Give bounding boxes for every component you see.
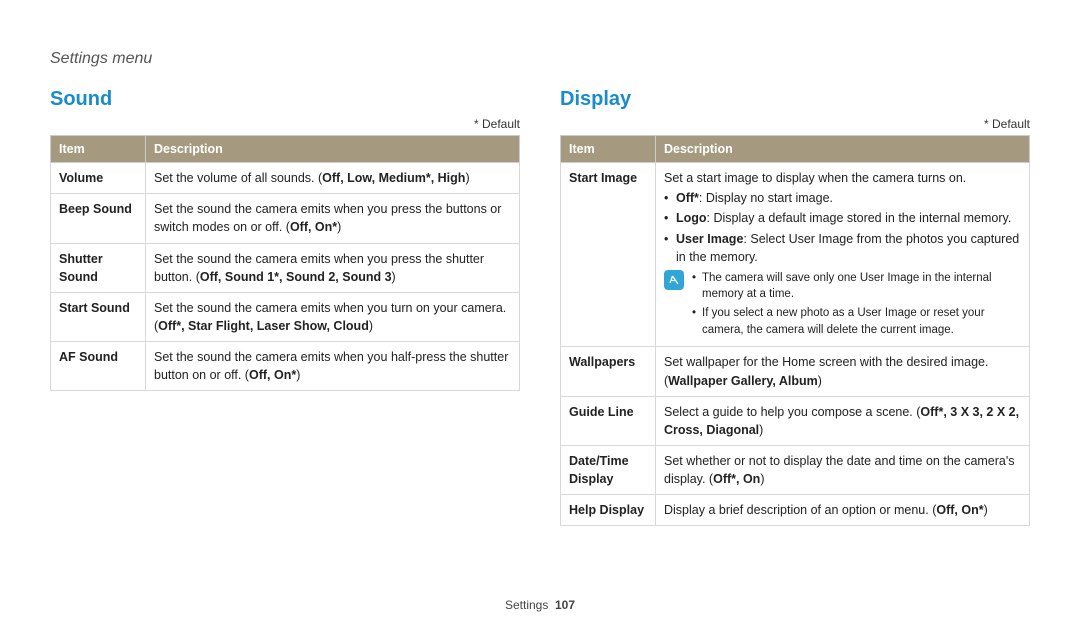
desc-options: Off*, Star Flight, Laser Show, Cloud — [158, 319, 369, 333]
item-afsound: AF Sound — [51, 342, 146, 391]
item-guideline: Guide Line — [561, 396, 656, 445]
option-label: Off* — [676, 191, 699, 205]
desc-text: ) — [465, 171, 469, 185]
desc-afsound: Set the sound the camera emits when you … — [146, 342, 520, 391]
table-row: Date/Time Display Set whether or not to … — [561, 445, 1030, 494]
footer-pagenum: 107 — [555, 598, 575, 612]
display-heading: Display — [560, 88, 1030, 111]
table-row: Wallpapers Set wallpaper for the Home sc… — [561, 347, 1030, 396]
option-label: Logo — [676, 211, 707, 225]
desc-options: Off, On* — [249, 368, 296, 382]
option-text: : Display a default image stored in the … — [707, 211, 1012, 225]
option-label: User Image — [676, 232, 743, 246]
breadcrumb: Settings menu — [50, 50, 1030, 68]
desc-options: Off, On* — [290, 220, 337, 234]
desc-beep: Set the sound the camera emits when you … — [146, 194, 520, 243]
default-note-left: * Default — [50, 117, 520, 131]
display-table: Item Description Start Image Set a start… — [560, 135, 1030, 526]
th-description: Description — [656, 136, 1030, 163]
desc-options: Off*, On — [713, 472, 760, 486]
table-row: Beep Sound Set the sound the camera emit… — [51, 194, 520, 243]
default-note-right: * Default — [560, 117, 1030, 131]
desc-text: ) — [296, 368, 300, 382]
desc-startimage: Set a start image to display when the ca… — [656, 163, 1030, 347]
footer-section: Settings — [505, 598, 548, 612]
desc-text: ) — [759, 423, 763, 437]
desc-text: Set the sound the camera emits when you … — [154, 350, 508, 382]
list-item: If you select a new photo as a User Imag… — [692, 305, 1021, 338]
note-icon — [664, 270, 684, 290]
note-block: The camera will save only one User Image… — [664, 270, 1021, 341]
page-footer: Settings 107 — [0, 598, 1080, 612]
item-startimage: Start Image — [561, 163, 656, 347]
desc-text: ) — [392, 270, 396, 284]
desc-shutter: Set the sound the camera emits when you … — [146, 243, 520, 292]
desc-startsound: Set the sound the camera emits when you … — [146, 292, 520, 341]
desc-text: Display a brief description of an option… — [664, 503, 936, 517]
startimage-options: Off*: Display no start image. Logo: Disp… — [664, 189, 1021, 266]
list-item: User Image: Select User Image from the p… — [664, 230, 1021, 266]
desc-text: Select a guide to help you compose a sce… — [664, 405, 920, 419]
desc-options: Off, Low, Medium*, High — [322, 171, 465, 185]
desc-text: Set the volume of all sounds. ( — [154, 171, 322, 185]
desc-text: ) — [984, 503, 988, 517]
display-section: Display * Default Item Description Start… — [560, 88, 1030, 526]
desc-volume: Set the volume of all sounds. (Off, Low,… — [146, 163, 520, 194]
table-row: Start Image Set a start image to display… — [561, 163, 1030, 347]
list-item: Off*: Display no start image. — [664, 189, 1021, 207]
table-row: Help Display Display a brief description… — [561, 495, 1030, 526]
table-row: Start Sound Set the sound the camera emi… — [51, 292, 520, 341]
two-column-layout: Sound * Default Item Description Volume … — [50, 88, 1030, 526]
sound-section: Sound * Default Item Description Volume … — [50, 88, 520, 526]
item-helpdisplay: Help Display — [561, 495, 656, 526]
note-list: The camera will save only one User Image… — [692, 270, 1021, 341]
item-shutter: Shutter Sound — [51, 243, 146, 292]
desc-options: Off, On* — [936, 503, 983, 517]
list-item: The camera will save only one User Image… — [692, 270, 1021, 303]
list-item: Logo: Display a default image stored in … — [664, 209, 1021, 227]
desc-text: ) — [818, 374, 822, 388]
desc-guideline: Select a guide to help you compose a sce… — [656, 396, 1030, 445]
sound-table: Item Description Volume Set the volume o… — [50, 135, 520, 391]
item-startsound: Start Sound — [51, 292, 146, 341]
desc-datetime: Set whether or not to display the date a… — [656, 445, 1030, 494]
item-beep: Beep Sound — [51, 194, 146, 243]
desc-options: Off, Sound 1*, Sound 2, Sound 3 — [200, 270, 392, 284]
desc-helpdisplay: Display a brief description of an option… — [656, 495, 1030, 526]
manual-page: Settings menu Sound * Default Item Descr… — [0, 0, 1080, 630]
desc-text: ) — [760, 472, 764, 486]
desc-text: ) — [369, 319, 373, 333]
table-row: Shutter Sound Set the sound the camera e… — [51, 243, 520, 292]
sound-heading: Sound — [50, 88, 520, 111]
th-item: Item — [561, 136, 656, 163]
option-text: : Display no start image. — [699, 191, 833, 205]
item-wallpapers: Wallpapers — [561, 347, 656, 396]
item-datetime: Date/Time Display — [561, 445, 656, 494]
table-row: Volume Set the volume of all sounds. (Of… — [51, 163, 520, 194]
table-row: AF Sound Set the sound the camera emits … — [51, 342, 520, 391]
desc-options: Wallpaper Gallery, Album — [668, 374, 818, 388]
table-row: Guide Line Select a guide to help you co… — [561, 396, 1030, 445]
desc-text: ) — [337, 220, 341, 234]
desc-text: Set a start image to display when the ca… — [664, 169, 1021, 187]
th-item: Item — [51, 136, 146, 163]
item-volume: Volume — [51, 163, 146, 194]
th-description: Description — [146, 136, 520, 163]
desc-wallpapers: Set wallpaper for the Home screen with t… — [656, 347, 1030, 396]
